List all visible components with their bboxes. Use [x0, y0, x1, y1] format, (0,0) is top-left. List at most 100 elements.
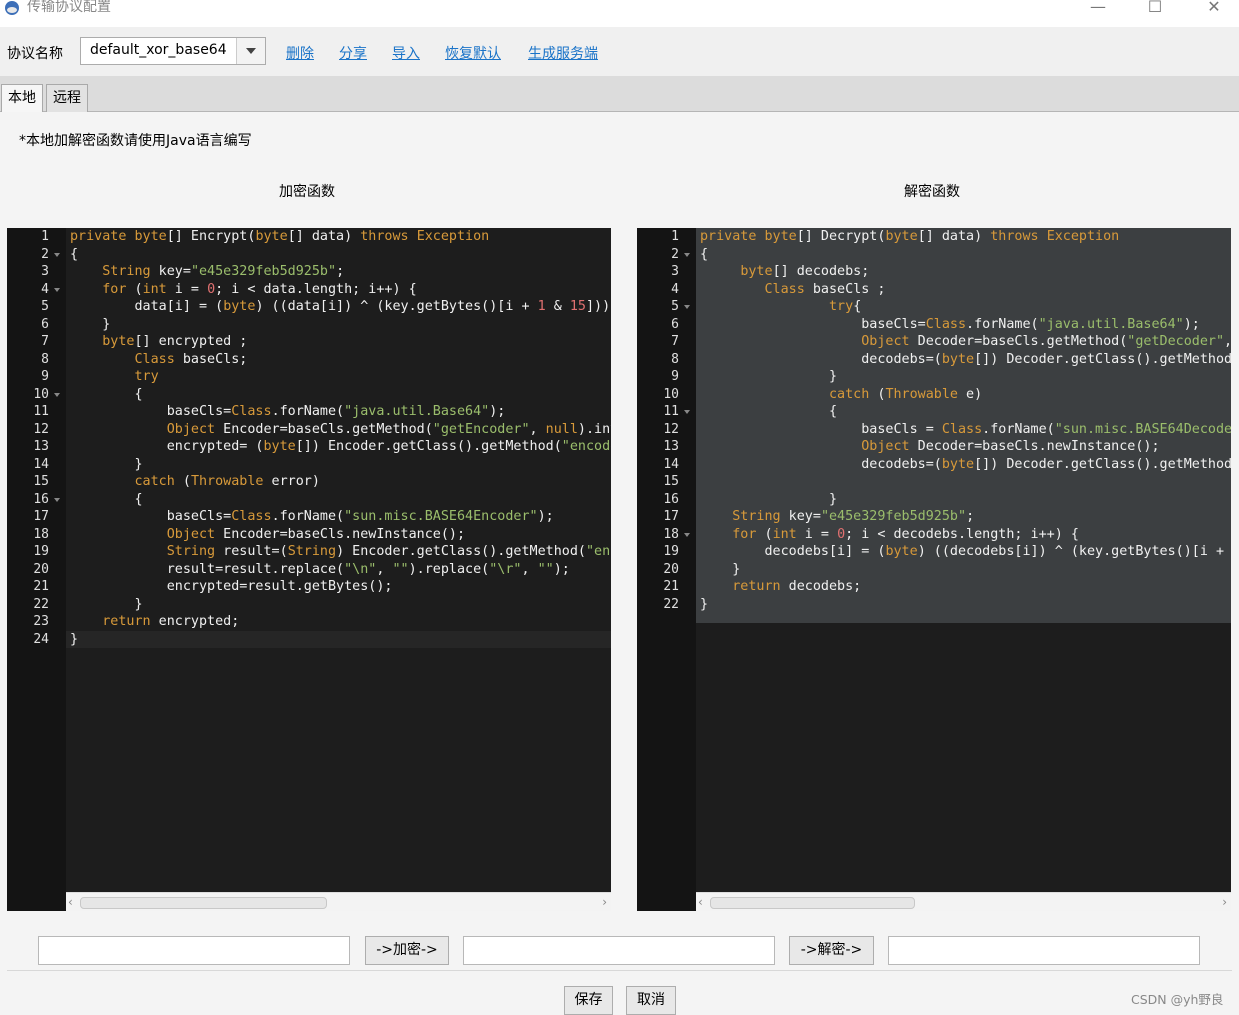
encrypt-code-line: encrypted= (byte[]) Encoder.getClass().g…: [70, 439, 611, 454]
language-note: *本地加解密函数请使用Java语言编写: [19, 133, 252, 149]
maximize-button[interactable]: ☐: [1133, 0, 1177, 22]
minimize-button[interactable]: —: [1076, 0, 1120, 22]
fold-toggle-icon[interactable]: [54, 392, 60, 397]
fold-toggle-icon[interactable]: [54, 252, 60, 257]
protocol-select[interactable]: default_xor_base64: [80, 37, 266, 65]
decrypt-line-number: 19: [663, 544, 679, 559]
encrypt-code-line: for (int i = 0; i < data.length; i++) {: [102, 281, 417, 297]
decrypt-line-number: 9: [671, 369, 679, 384]
encrypt-code-line: private byte[] Encrypt(byte[] data) thro…: [70, 229, 490, 244]
decrypt-line-number: 11: [663, 404, 679, 419]
encrypt-line-number: 22: [33, 596, 49, 612]
scroll-left-icon[interactable]: ‹: [68, 895, 73, 909]
decrypt-code-line: Class baseCls ;: [764, 281, 886, 297]
decrypt-scroll-thumb[interactable]: [710, 897, 915, 909]
encrypt-code-editor[interactable]: 1 2 3 4 5 6 7 8 9 10 11 12 13 14 15 16 17 18 19 20 21 22 23 24 …: [7, 228, 611, 911]
cancel-button[interactable]: 取消: [626, 986, 676, 1015]
encrypt-code-line: data[i] = (byte) ((data[i]) ^ (key.getBy…: [70, 299, 611, 314]
encrypt-code-line: }: [70, 456, 143, 472]
encrypt-line-number: 12: [33, 421, 49, 437]
decrypt-caption: 解密函数: [904, 184, 960, 200]
encrypt-code-line: }: [70, 316, 111, 332]
decrypt-code-line: private byte[] Decrypt(byte[] data) thro…: [700, 229, 1120, 244]
decrypt-code-line: {: [700, 404, 838, 419]
scroll-right-icon[interactable]: ›: [602, 895, 607, 909]
decrypt-code-line: }: [700, 491, 838, 507]
protocol-dropdown-button[interactable]: [236, 38, 265, 64]
encrypt-line-number: 15: [33, 474, 49, 489]
fold-toggle-icon[interactable]: [54, 497, 60, 502]
encrypt-line-number: 19: [33, 544, 49, 559]
tab-local[interactable]: 本地: [1, 84, 43, 112]
decrypt-code-line: }: [700, 596, 709, 612]
encrypt-code-line: catch (Throwable error): [134, 474, 320, 489]
decrypt-line-number: 13: [663, 439, 679, 454]
fold-toggle-icon[interactable]: [684, 410, 690, 414]
decrypt-line-number: 10: [663, 386, 679, 402]
decrypt-line-number: 5: [671, 299, 679, 314]
decrypt-line-number: 12: [663, 421, 679, 437]
encrypt-code-line: {: [70, 491, 143, 507]
import-link[interactable]: 导入: [392, 43, 420, 63]
decrypt-line-number: 4: [671, 281, 679, 297]
fold-toggle-icon[interactable]: [684, 252, 690, 257]
share-link[interactable]: 分享: [339, 43, 367, 63]
encrypt-line-number: 9: [41, 369, 49, 384]
encrypt-code-line: {: [70, 386, 143, 402]
plaintext-input[interactable]: [38, 936, 350, 965]
decrypt-code-editor[interactable]: 1 2 3 4 5 6 7 8 9 10 11 12 13 14 15 16 17 18 19 20 21 22 priv…: [637, 228, 1231, 911]
decrypt-code-line: }: [700, 561, 741, 577]
decrypt-line-number: 3: [671, 264, 679, 279]
encrypt-line-number: 2: [41, 246, 49, 262]
encrypt-line-number: 23: [33, 614, 49, 629]
decrypt-code-line: Object Decoder=baseCls.newInstance();: [861, 439, 1160, 454]
decrypt-line-number: 18: [663, 526, 679, 542]
decrypt-line-number: 15: [663, 474, 679, 489]
decrypt-code-line: try{: [829, 299, 862, 314]
encrypt-code-line: }: [70, 596, 143, 612]
encrypt-code-line: Object Encoder=baseCls.getMethod("getEnc…: [166, 421, 611, 437]
fold-toggle-icon[interactable]: [684, 305, 690, 309]
decrypt-code-line: return decodebs;: [732, 579, 862, 594]
decrypt-code-line: baseCls = Class.forName("sun.misc.BASE64…: [700, 421, 1231, 437]
encrypt-line-number: 18: [33, 526, 49, 542]
decrypt-line-gutter: 1 2 3 4 5 6 7 8 9 10 11 12 13 14 15 16 17 18 19 20 21 22: [637, 228, 696, 911]
decrypted-output[interactable]: [888, 936, 1200, 965]
close-button[interactable]: ✕: [1192, 0, 1236, 22]
encrypt-code-area[interactable]: private byte[] Encrypt(byte[] data) thro…: [66, 228, 611, 893]
decrypt-code-line: baseCls=Class.forName("java.util.Base64"…: [700, 316, 1200, 332]
ciphertext-output[interactable]: [463, 936, 775, 965]
app-icon: [5, 1, 19, 15]
decrypt-line-number: 7: [671, 334, 679, 349]
decrypt-button[interactable]: ->解密->: [789, 936, 874, 965]
encrypt-scroll-thumb[interactable]: [80, 897, 327, 909]
fold-toggle-icon[interactable]: [684, 532, 690, 537]
encrypt-line-number: 6: [41, 316, 49, 332]
tab-remote[interactable]: 远程: [46, 84, 88, 112]
generate-server-link[interactable]: 生成服务端: [528, 43, 598, 63]
decrypt-code-line: String key="e45e329feb5d925b";: [732, 509, 975, 524]
encrypt-button[interactable]: ->加密->: [365, 936, 449, 965]
protocol-name-label: 协议名称: [7, 46, 63, 62]
close-icon: ✕: [1207, 0, 1221, 16]
decrypt-code-area[interactable]: private byte[] Decrypt(byte[] data) thro…: [696, 228, 1231, 893]
encrypt-line-number: 5: [41, 299, 49, 314]
fold-toggle-icon[interactable]: [54, 287, 60, 292]
encrypt-code-line: Object Encoder=baseCls.newInstance();: [166, 526, 466, 542]
encrypt-code-line: baseCls=Class.forName("java.util.Base64"…: [70, 404, 506, 419]
decrypt-code-line: Object Decoder=baseCls.getMethod("getDec…: [861, 334, 1231, 349]
save-button[interactable]: 保存: [564, 986, 613, 1015]
scroll-right-icon[interactable]: ›: [1222, 895, 1227, 909]
restore-default-link[interactable]: 恢复默认: [445, 43, 501, 63]
encrypt-horizontal-scrollbar[interactable]: ‹ ›: [66, 892, 611, 911]
encrypt-code-line: {: [70, 246, 79, 262]
encrypt-line-number: 3: [41, 264, 49, 279]
encrypt-line-number: 24: [33, 631, 49, 647]
delete-link[interactable]: 删除: [286, 43, 314, 63]
decrypt-horizontal-scrollbar[interactable]: ‹ ›: [696, 892, 1231, 911]
encrypt-line-number: 13: [33, 439, 49, 454]
scroll-left-icon[interactable]: ‹: [698, 895, 703, 909]
encrypt-code-line: try: [134, 369, 159, 384]
encrypt-line-number: 7: [41, 334, 49, 349]
watermark: CSDN @yh野良: [1131, 992, 1224, 1007]
